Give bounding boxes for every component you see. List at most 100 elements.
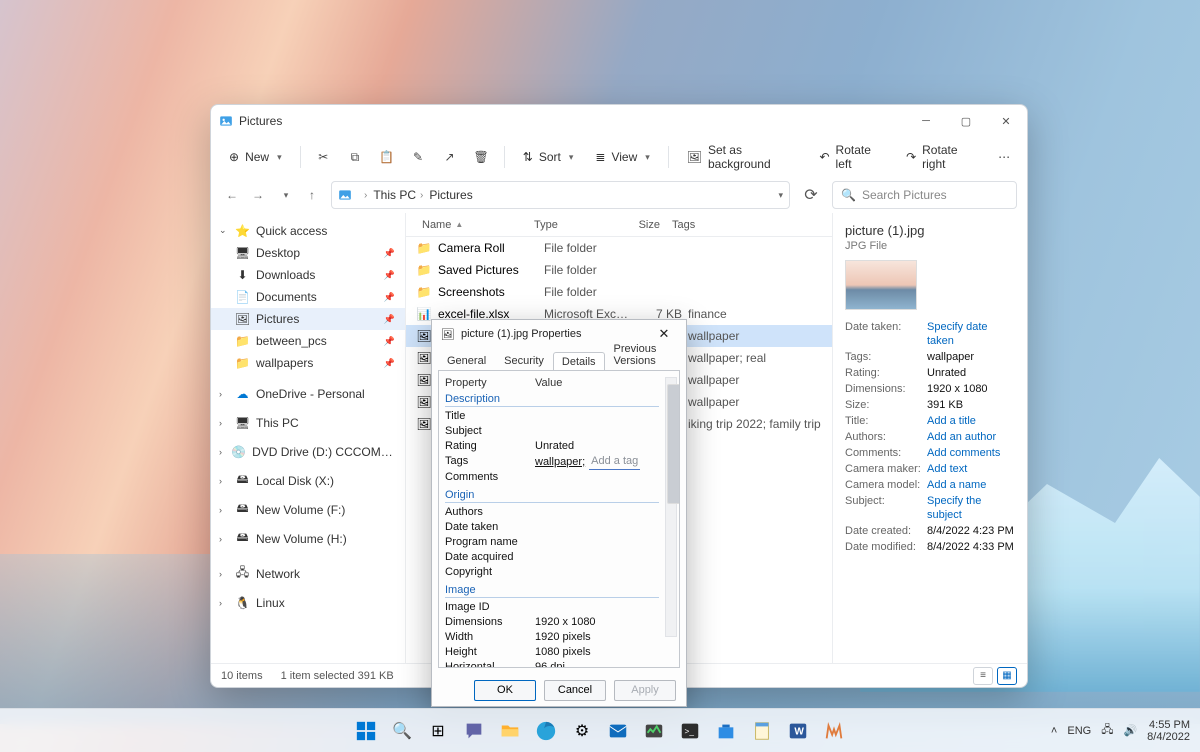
drive-item[interactable]: ›🖴Local Disk (X:) [211,469,405,492]
rotate-left-button[interactable]: ↶Rotate left [811,139,892,175]
tray-chevron[interactable]: ˄ [1051,725,1057,737]
ok-button[interactable]: OK [474,680,536,701]
property-row[interactable]: Horizontal resolution96 dpi [445,660,659,668]
property-row[interactable]: Date acquired [445,550,659,565]
property-row[interactable]: Copyright [445,565,659,580]
property-row[interactable]: Subject [445,424,659,439]
property-row[interactable]: RatingUnrated [445,439,659,454]
minimize-button[interactable]: ─ [913,108,939,134]
detail-field[interactable]: Authors:Add an author [845,430,1015,444]
column-headers[interactable]: Name▲ Type Size Tags [406,213,832,237]
forward-button[interactable]: → [247,184,269,206]
store-button[interactable] [711,716,741,746]
edge-button[interactable] [531,716,561,746]
tab-previous-versions[interactable]: Previous Versions [605,339,680,370]
recent-button[interactable]: ▾ [275,184,297,206]
app-button[interactable] [819,716,849,746]
share-button[interactable]: ↗ [437,143,463,171]
language-indicator[interactable]: ENG [1067,725,1091,737]
titlebar[interactable]: Pictures ─ ▢ ✕ [211,105,1027,137]
clock[interactable]: 4:55 PM 8/4/2022 [1147,719,1190,743]
details-view-button[interactable]: ≡ [973,667,993,685]
sidebar-item-between-pcs[interactable]: 📁between_pcs📌 [211,330,405,352]
refresh-button[interactable]: ⟳ [798,182,824,208]
word-button[interactable]: W [783,716,813,746]
sidebar-item-downloads[interactable]: ⬇Downloads📌 [211,264,405,286]
maximize-button[interactable]: ▢ [953,108,979,134]
start-button[interactable] [351,716,381,746]
add-tag-input[interactable]: Add a tag [589,454,640,470]
search-input[interactable]: 🔍 Search Pictures [832,181,1017,209]
file-row[interactable]: 📁ScreenshotsFile folder [406,281,832,303]
property-row[interactable]: Comments [445,470,659,485]
breadcrumb-this-pc[interactable]: This PC› [373,188,423,202]
cut-button[interactable]: ✂ [311,143,337,171]
chevron-down-icon[interactable]: ▾ [778,190,783,201]
task-view-button[interactable]: ⊞ [423,716,453,746]
volume-icon[interactable]: 🔊 [1123,724,1137,737]
view-button[interactable]: ≣View▾ [587,146,657,168]
chat-button[interactable] [459,716,489,746]
search-button[interactable]: 🔍 [387,716,417,746]
quick-access-header[interactable]: ⌄⭐Quick access [211,219,405,242]
onedrive-item[interactable]: ›☁OneDrive - Personal [211,382,405,405]
dvd-drive-item[interactable]: ›💿DVD Drive (D:) CCCOMA_X64FRE_EN-US [211,440,405,463]
address-bar[interactable]: › This PC› Pictures ▾ [331,181,790,209]
delete-button[interactable]: 🗑 [468,143,494,171]
drive-item[interactable]: ›🖴New Volume (F:) [211,498,405,521]
drive-item[interactable]: ›🖴New Volume (H:) [211,527,405,550]
tab-security[interactable]: Security [495,351,553,370]
sidebar-item-wallpapers[interactable]: 📁wallpapers📌 [211,352,405,374]
tag-chip[interactable]: wallpaper; [535,455,585,470]
copy-button[interactable]: ⧉ [342,143,368,171]
new-button[interactable]: ⊕ New ▾ [221,146,290,168]
detail-field[interactable]: Camera model:Add a name [845,478,1015,492]
property-row[interactable]: Tagswallpaper;Add a tag [445,454,659,470]
notepad-button[interactable] [747,716,777,746]
terminal-button[interactable]: >_ [675,716,705,746]
property-row[interactable]: Image ID [445,600,659,615]
property-row[interactable]: Dimensions1920 x 1080 [445,615,659,630]
property-row[interactable]: Date taken [445,520,659,535]
rename-button[interactable]: ✎ [405,143,431,171]
sort-button[interactable]: ⇅Sort▾ [515,146,582,168]
sidebar-item-documents[interactable]: 📄Documents📌 [211,286,405,308]
mail-button[interactable] [603,716,633,746]
file-row[interactable]: 📁Saved PicturesFile folder [406,259,832,281]
paste-button[interactable]: 📋 [374,143,400,171]
tab-details[interactable]: Details [553,352,605,371]
back-button[interactable]: ← [221,184,243,206]
apply-button[interactable]: Apply [614,680,676,701]
network-icon[interactable]: 🖧 [1101,721,1113,740]
more-button[interactable]: ⋯ [991,143,1017,171]
property-row[interactable]: Width1920 pixels [445,630,659,645]
sidebar-item-desktop[interactable]: 🖥Desktop📌 [211,242,405,264]
network-item[interactable]: ›🖧Network [211,562,405,585]
cancel-button[interactable]: Cancel [544,680,606,701]
detail-field[interactable]: Camera maker:Add text [845,462,1015,476]
linux-item[interactable]: ›🐧Linux [211,591,405,614]
property-row[interactable]: Program name [445,535,659,550]
chevron-down-icon: ▾ [277,152,282,163]
detail-field[interactable]: Subject:Specify the subject [845,494,1015,522]
detail-field[interactable]: Comments:Add comments [845,446,1015,460]
detail-field[interactable]: Date taken:Specify date taken [845,320,1015,348]
file-row[interactable]: 📁Camera RollFile folder [406,237,832,259]
property-row[interactable]: Title [445,409,659,424]
breadcrumb-pictures[interactable]: Pictures [429,188,472,202]
settings-button[interactable]: ⚙ [567,716,597,746]
rotate-right-button[interactable]: ↷Rotate right [898,139,985,175]
detail-field[interactable]: Title:Add a title [845,414,1015,428]
sidebar-item-pictures[interactable]: 🖼Pictures📌 [211,308,405,330]
file-explorer-button[interactable] [495,716,525,746]
property-row[interactable]: Height1080 pixels [445,645,659,660]
set-background-button[interactable]: 🖼Set as background [679,139,806,175]
tab-general[interactable]: General [438,351,495,370]
taskmgr-button[interactable] [639,716,669,746]
property-row[interactable]: Authors [445,505,659,520]
close-button[interactable]: ✕ [993,108,1019,134]
dialog-scrollbar[interactable] [665,377,677,637]
this-pc-item[interactable]: ›🖥This PC [211,411,405,434]
thumbnails-view-button[interactable]: ▦ [997,667,1017,685]
up-button[interactable]: ↑ [301,184,323,206]
